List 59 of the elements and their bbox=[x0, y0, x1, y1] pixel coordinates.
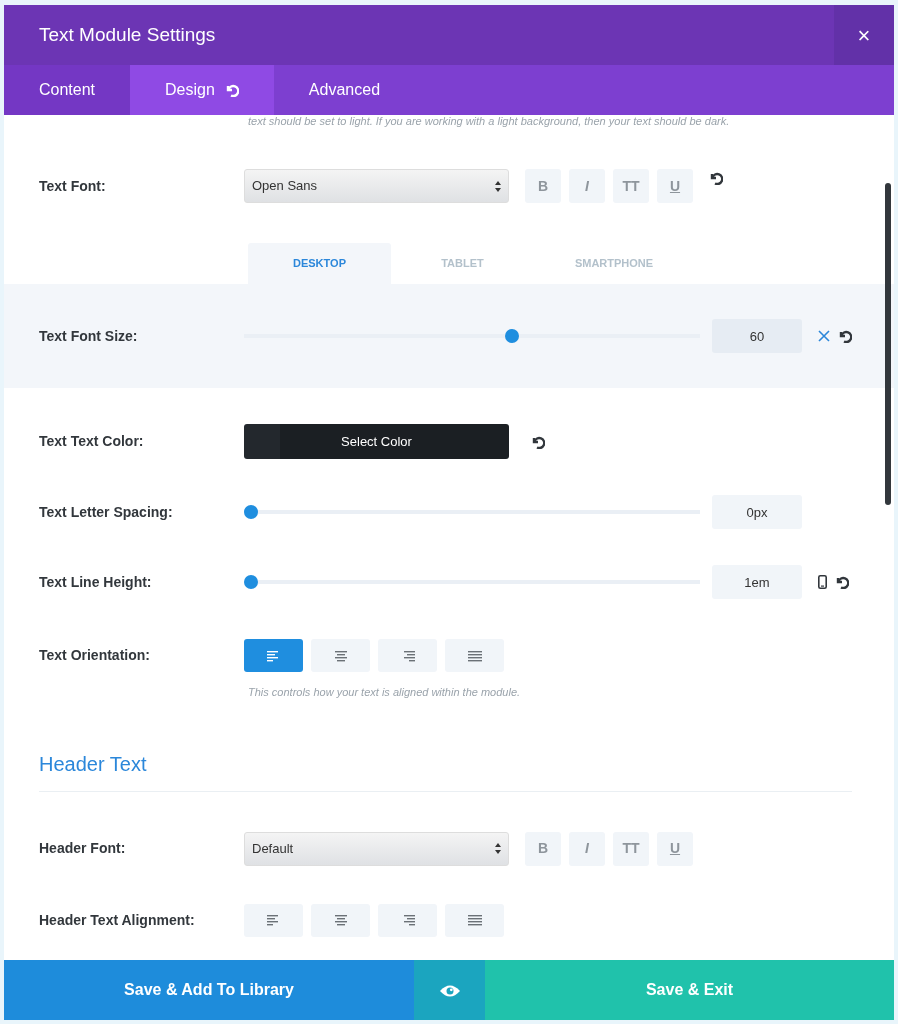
slider-thumb[interactable] bbox=[244, 505, 258, 519]
select-arrows-icon bbox=[495, 180, 501, 192]
scrollbar-thumb[interactable] bbox=[885, 183, 891, 505]
align-justify-icon bbox=[467, 650, 482, 662]
value-field[interactable]: 1em bbox=[712, 565, 802, 599]
field-label: Text Letter Spacing: bbox=[39, 502, 174, 522]
select-color-button[interactable]: Select Color bbox=[244, 424, 509, 459]
select-arrows-icon bbox=[495, 843, 501, 854]
tab[interactable]: Design bbox=[130, 65, 274, 115]
style-toggle[interactable]: B bbox=[525, 831, 561, 866]
style-toggle[interactable]: TT bbox=[613, 169, 649, 203]
align-center-icon bbox=[333, 915, 348, 927]
align-left-icon bbox=[266, 650, 281, 662]
style-toggle[interactable]: B bbox=[525, 169, 561, 203]
style-toggle[interactable]: U bbox=[657, 831, 693, 866]
style-toggle[interactable]: I bbox=[569, 169, 605, 203]
device-tab[interactable]: TABLET bbox=[391, 243, 534, 284]
slider-thumb[interactable] bbox=[244, 575, 258, 589]
field-label: Text Orientation: bbox=[39, 646, 151, 665]
align-button[interactable] bbox=[445, 639, 504, 672]
help-text: text should be set to light. If you are working with a light background, then your text should be dark. bbox=[248, 115, 731, 127]
reset-icon[interactable] bbox=[835, 575, 849, 589]
align-left-icon bbox=[266, 915, 281, 927]
style-toggle[interactable]: U bbox=[657, 169, 693, 203]
save-library-button[interactable]: Save & Add To Library bbox=[4, 960, 414, 1020]
align-center-icon bbox=[333, 650, 348, 662]
slider-thumb[interactable] bbox=[504, 329, 519, 343]
modal-title: Text Module Settings bbox=[38, 22, 216, 47]
align-button[interactable] bbox=[445, 903, 504, 937]
field-label: Text Font: bbox=[39, 176, 107, 196]
field-label: Text Line Height: bbox=[39, 572, 153, 592]
save-exit-button[interactable]: Save & Exit bbox=[485, 960, 894, 1020]
tab[interactable]: Advanced bbox=[273, 65, 416, 115]
section-heading: Header Text bbox=[39, 751, 148, 777]
field-label: Header Text Alignment: bbox=[39, 910, 196, 930]
field-label: Text Font Size: bbox=[39, 326, 139, 346]
field-label: Header Font: bbox=[39, 839, 127, 858]
preview-button[interactable] bbox=[414, 960, 485, 1020]
tab[interactable]: Content bbox=[4, 65, 131, 115]
align-button[interactable] bbox=[244, 639, 303, 672]
style-toggle[interactable]: I bbox=[569, 831, 605, 866]
help-text: This controls how your text is aligned within the module. bbox=[248, 685, 522, 700]
reset-icon[interactable] bbox=[709, 171, 723, 185]
font-select[interactable]: Open Sans bbox=[244, 169, 509, 203]
font-select[interactable]: Default bbox=[244, 831, 509, 866]
eye-icon bbox=[438, 983, 461, 998]
phone-icon[interactable] bbox=[818, 575, 827, 589]
reset-icon[interactable] bbox=[838, 329, 852, 343]
value-field[interactable]: 60 bbox=[712, 319, 802, 353]
align-justify-icon bbox=[467, 915, 482, 927]
clear-icon[interactable] bbox=[818, 330, 830, 342]
device-tab[interactable]: DESKTOP bbox=[248, 243, 391, 284]
value-field[interactable]: 0px bbox=[712, 495, 802, 529]
field-label: Text Text Color: bbox=[39, 432, 145, 451]
align-button[interactable] bbox=[311, 639, 370, 672]
device-tab[interactable]: SMARTPHONE bbox=[534, 243, 694, 284]
reset-icon[interactable] bbox=[531, 434, 545, 449]
style-toggle[interactable]: TT bbox=[613, 831, 649, 866]
close-button[interactable]: × bbox=[834, 5, 894, 65]
